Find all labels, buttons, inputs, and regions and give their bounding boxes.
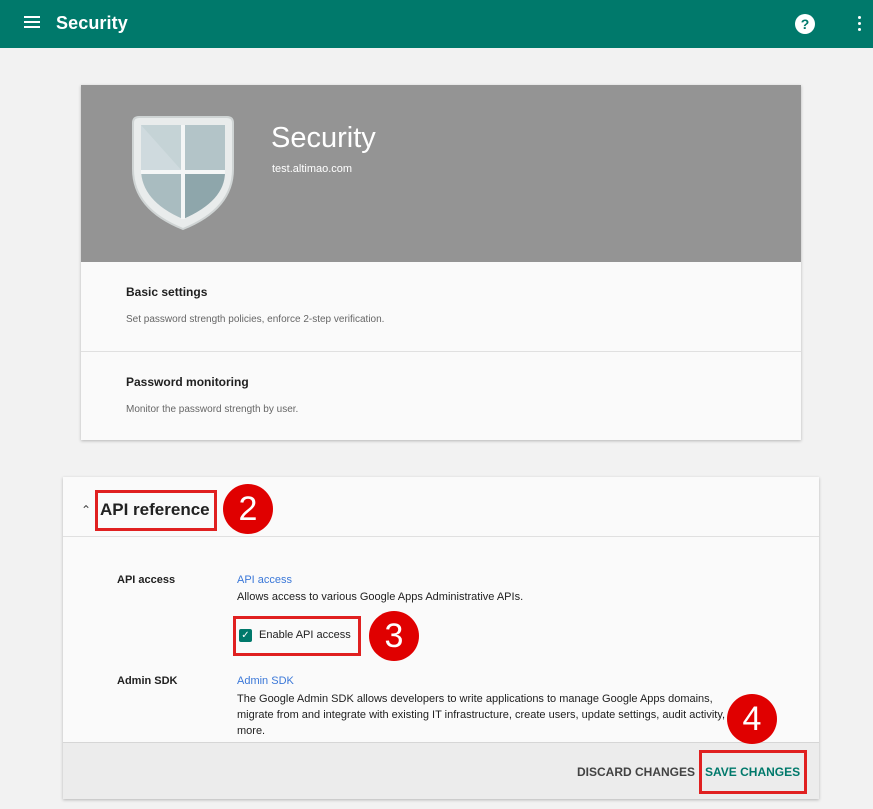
- chevron-up-icon[interactable]: ⌃: [81, 503, 91, 517]
- help-icon[interactable]: ?: [795, 14, 815, 34]
- setting-basic-settings[interactable]: Basic settings Set password strength pol…: [81, 262, 801, 351]
- security-card: Security test.altimao.com Basic settings…: [81, 85, 801, 440]
- setting-password-monitoring[interactable]: Password monitoring Monitor the password…: [81, 351, 801, 440]
- step-badge-2: 2: [223, 484, 273, 534]
- menu-icon[interactable]: [24, 16, 40, 30]
- page-title: Security: [271, 122, 376, 154]
- setting-description: Set password strength policies, enforce …: [126, 314, 385, 325]
- shield-icon: [132, 116, 234, 231]
- setting-description: Monitor the password strength by user.: [126, 404, 299, 415]
- domain-subtitle: test.altimao.com: [272, 163, 353, 175]
- discard-changes-button[interactable]: DISCARD CHANGES: [577, 765, 695, 779]
- admin-sdk-link[interactable]: Admin SDK: [237, 675, 294, 687]
- step-badge-4: 4: [727, 694, 777, 744]
- highlight-box-enable-api: [233, 616, 361, 656]
- admin-sdk-description: The Google Admin SDK allows developers t…: [237, 693, 747, 737]
- setting-title: Basic settings: [126, 285, 208, 299]
- row-label-api-access: API access: [117, 574, 176, 586]
- top-app-bar: Security ?: [0, 0, 873, 48]
- highlight-box-save-changes: [699, 750, 807, 794]
- app-bar-title: Security: [56, 13, 128, 33]
- setting-title: Password monitoring: [126, 375, 249, 389]
- row-label-admin-sdk: Admin SDK: [117, 675, 178, 687]
- step-badge-3: 3: [369, 611, 419, 661]
- highlight-box-api-reference: [95, 490, 217, 531]
- api-access-description: Allows access to various Google Apps Adm…: [237, 591, 524, 603]
- hero-banner: Security test.altimao.com: [81, 85, 801, 262]
- api-access-link[interactable]: API access: [237, 574, 292, 586]
- more-vert-icon[interactable]: [858, 16, 862, 32]
